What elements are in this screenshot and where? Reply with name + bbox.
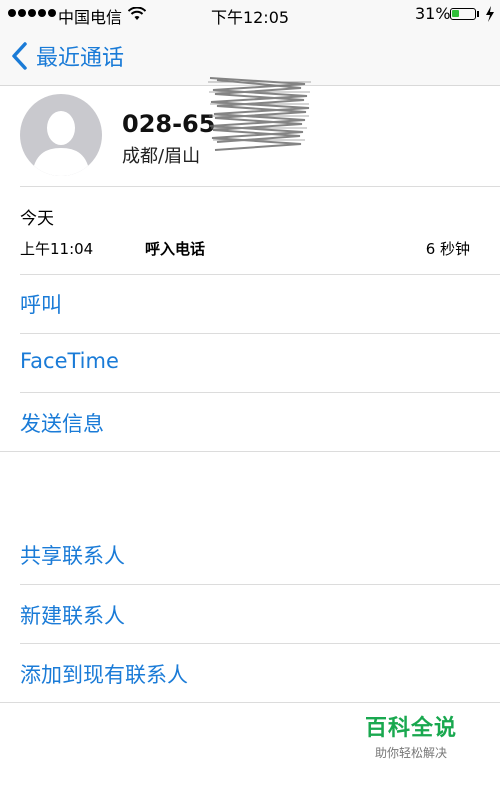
battery-percentage: 31% [415, 4, 451, 23]
chevron-left-icon [12, 42, 27, 70]
divider [20, 333, 500, 334]
battery-tip [477, 11, 479, 17]
divider [20, 643, 500, 644]
send-message-button[interactable]: 发送信息 [20, 408, 104, 438]
call-duration: 6 秒钟 [425, 240, 470, 258]
watermark-title: 百科全说 [364, 716, 457, 741]
call-date: 今天 [20, 209, 54, 229]
watermark: 百科全说 助你轻松解决 [346, 710, 476, 770]
divider [20, 392, 500, 393]
watermark-subtitle: 助你轻松解决 [374, 746, 447, 760]
back-button-label: 最近通话 [36, 46, 125, 71]
back-button[interactable]: 最近通话 [10, 40, 124, 72]
battery-icon [450, 8, 476, 20]
divider [0, 702, 500, 703]
share-contact-button[interactable]: 共享联系人 [20, 540, 125, 570]
call-type: 呼入电话 [145, 240, 206, 258]
call-time: 上午11:04 [20, 240, 94, 258]
call-button[interactable]: 呼叫 [20, 289, 62, 319]
divider [0, 451, 500, 452]
status-bar: 中国电信 下午12:05 31% [0, 0, 500, 30]
avatar [20, 94, 102, 176]
redaction-scribble [208, 77, 311, 151]
facetime-button[interactable]: FaceTime [20, 349, 119, 373]
person-silhouette-icon [32, 111, 90, 176]
divider [20, 186, 500, 187]
divider [20, 274, 500, 275]
divider [20, 584, 500, 585]
contact-phone-number: 028-65 [122, 110, 216, 138]
charging-bolt-icon [486, 6, 494, 22]
add-to-existing-contact-button[interactable]: 添加到现有联系人 [20, 659, 188, 689]
battery-level-fill [452, 10, 459, 17]
contact-location: 成都/眉山 [122, 146, 201, 167]
new-contact-button[interactable]: 新建联系人 [20, 600, 125, 630]
